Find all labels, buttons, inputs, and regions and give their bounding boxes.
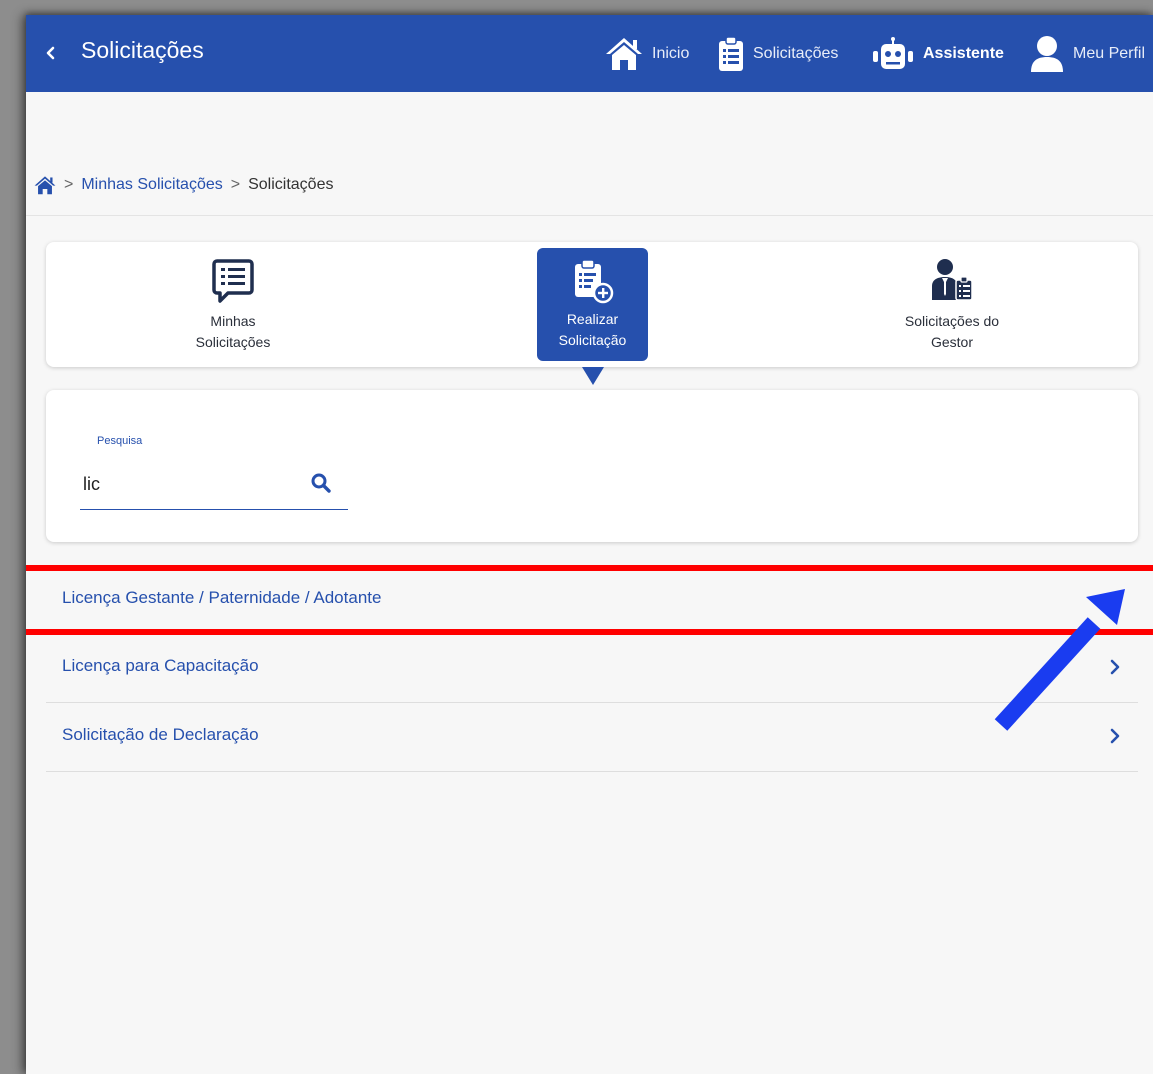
breadcrumb: > Minhas Solicitações > Solicitações xyxy=(34,173,333,197)
result-item-solicitacao-declaracao[interactable]: Solicitação de Declaração xyxy=(46,703,1138,772)
tab-minhas-solicitacoes[interactable]: Minhas Solicitações xyxy=(143,242,323,367)
chevron-right-icon xyxy=(1110,728,1120,744)
list-document-icon xyxy=(212,259,254,303)
tab-solicitacoes-do-gestor[interactable]: Solicitações do Gestor xyxy=(862,242,1042,367)
clipboard-list-icon xyxy=(719,36,743,71)
tab-label-line2: Gestor xyxy=(930,334,973,350)
result-item-licenca-capacitacao[interactable]: Licença para Capacitação xyxy=(46,634,1138,703)
nav-meu-perfil[interactable]: Meu Perfil xyxy=(1030,33,1145,75)
result-label: Licença Gestante / Paternidade / Adotant… xyxy=(62,588,382,607)
robot-icon xyxy=(873,37,913,69)
nav-assistente[interactable]: Assistente xyxy=(872,33,1004,75)
manager-clipboard-icon xyxy=(932,259,973,301)
nav-assistente-label: Assistente xyxy=(923,45,1004,62)
search-label: Pesquisa xyxy=(97,435,143,447)
search-input[interactable] xyxy=(81,470,309,498)
app-window: Solicitações Inicio Solicitações Assiste… xyxy=(26,15,1153,1074)
tab-label-line1: Minhas xyxy=(210,313,256,329)
tab-label-line2: Solicitação xyxy=(558,332,627,348)
chevron-right-icon xyxy=(1110,659,1120,675)
user-icon xyxy=(1031,36,1063,72)
tabs-card: Minhas Solicitações Realizar Solicitação xyxy=(46,242,1138,367)
tab-label-line2: Solicitações xyxy=(195,334,271,350)
breadcrumb-separator: > xyxy=(64,176,74,193)
nav-home[interactable]: Inicio xyxy=(605,33,689,75)
result-label: Solicitação de Declaração xyxy=(62,725,259,744)
home-icon xyxy=(606,38,642,70)
search-icon xyxy=(311,473,331,493)
active-tab-pointer xyxy=(582,367,604,385)
search-button[interactable] xyxy=(310,472,332,494)
chevron-left-icon xyxy=(46,46,55,60)
nav-solicitacoes[interactable]: Solicitações xyxy=(718,33,838,75)
nav-solicitacoes-label: Solicitações xyxy=(753,45,839,62)
page-title: Solicitações xyxy=(81,37,204,63)
breadcrumb-minhas-solicitacoes[interactable]: Minhas Solicitações xyxy=(81,176,222,194)
back-button[interactable] xyxy=(42,39,60,67)
search-card: Pesquisa xyxy=(46,390,1138,542)
top-bar: Solicitações Inicio Solicitações Assiste… xyxy=(26,15,1153,92)
result-label: Licença para Capacitação xyxy=(62,656,259,675)
home-icon[interactable] xyxy=(34,175,56,195)
breadcrumb-divider xyxy=(26,215,1153,216)
nav-meu-perfil-label: Meu Perfil xyxy=(1073,45,1146,62)
nav-home-label: Inicio xyxy=(652,45,690,62)
clipboard-plus-icon xyxy=(574,259,613,304)
breadcrumb-current: Solicitações xyxy=(248,176,334,193)
tab-label-line1: Realizar xyxy=(566,311,619,327)
search-underline xyxy=(80,509,348,510)
breadcrumb-separator: > xyxy=(230,176,241,193)
result-item-licenca-gestante[interactable]: Licença Gestante / Paternidade / Adotant… xyxy=(46,566,1138,635)
tab-label-line1: Solicitações do xyxy=(904,313,1000,329)
tab-realizar-solicitacao[interactable]: Realizar Solicitação xyxy=(537,248,648,361)
